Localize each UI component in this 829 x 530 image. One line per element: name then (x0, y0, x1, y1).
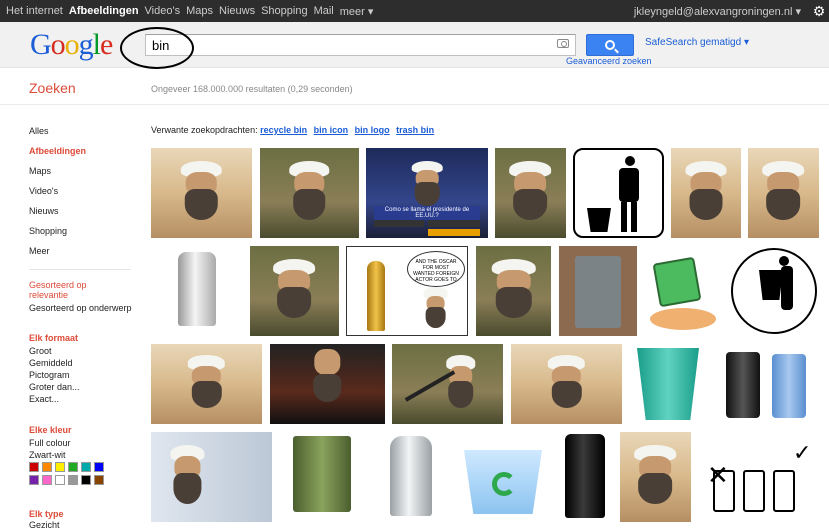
image-result[interactable]: ✕ ✓ (699, 432, 820, 522)
image-result[interactable] (671, 148, 741, 238)
image-result[interactable] (392, 344, 503, 424)
topnav-maps[interactable]: Maps (186, 5, 213, 17)
topnav-news[interactable]: Nieuws (219, 5, 255, 17)
sidebar-item-videos[interactable]: Video's (29, 186, 58, 196)
page-title: Zoeken (29, 80, 76, 96)
related-searches: Verwante zoekopdrachten: recycle bin bin… (151, 125, 438, 135)
format-large[interactable]: Groot (29, 346, 52, 356)
search-box[interactable] (145, 34, 576, 56)
top-nav: Het internet Afbeeldingen Video's Maps N… (6, 0, 379, 22)
color-swatch[interactable] (81, 475, 91, 485)
sidebar-divider (29, 269, 131, 270)
type-face[interactable]: Gezicht (29, 520, 60, 530)
google-logo[interactable]: Google (30, 28, 113, 62)
image-result[interactable] (151, 148, 252, 238)
color-swatch[interactable] (94, 475, 104, 485)
related-link-recycle-bin[interactable]: recycle bin (260, 125, 307, 135)
search-button[interactable] (586, 34, 634, 56)
image-result[interactable] (620, 432, 691, 522)
account-link[interactable]: jkleyngeld@alexvangroningen.nl ▾ (634, 5, 801, 18)
search-icon (605, 40, 615, 50)
image-result[interactable] (151, 432, 272, 522)
color-swatch[interactable] (29, 475, 39, 485)
color-full[interactable]: Full colour (29, 438, 71, 448)
color-bw[interactable]: Zwart-wit (29, 450, 66, 460)
image-result[interactable] (559, 246, 637, 336)
safesearch-dropdown[interactable]: SafeSearch gematigd ▾ (645, 37, 749, 48)
related-link-trash-bin[interactable]: trash bin (396, 125, 434, 135)
topnav-videos[interactable]: Video's (145, 5, 181, 17)
topnav-shopping[interactable]: Shopping (261, 5, 308, 17)
results-count: Ongeveer 168.000.000 resultaten (0,29 se… (151, 84, 353, 94)
format-icon[interactable]: Pictogram (29, 370, 70, 380)
top-bar: Het internet Afbeeldingen Video's Maps N… (0, 0, 829, 22)
oscar-caption: AND THE OSCAR FOR MOST WANTED FOREIGN AC… (413, 259, 459, 283)
search-header: Google SafeSearch gematigd ▾ Geavanceerd… (0, 22, 829, 68)
quiz-caption: Como se llama el presidente de EE.UU.? (374, 206, 480, 220)
advanced-search-link[interactable]: Geavanceerd zoeken (566, 56, 652, 66)
sidebar-item-more[interactable]: Meer (29, 246, 50, 256)
top-right: jkleyngeld@alexvangroningen.nl ▾ ⚙ (634, 0, 829, 22)
image-result[interactable]: Como se llama el presidente de EE.UU.? (366, 148, 488, 238)
sidebar-item-all[interactable]: Alles (29, 126, 49, 136)
image-result[interactable] (260, 148, 359, 238)
color-swatch[interactable] (42, 462, 52, 472)
color-swatch[interactable] (55, 462, 65, 472)
gear-icon[interactable]: ⚙ (809, 0, 829, 22)
image-result[interactable] (151, 344, 262, 424)
color-swatch[interactable] (42, 475, 52, 485)
topnav-internet[interactable]: Het internet (6, 5, 63, 17)
format-larger-than[interactable]: Groter dan... (29, 382, 80, 392)
color-heading[interactable]: Elke kleur (29, 425, 72, 435)
sidebar-item-news[interactable]: Nieuws (29, 206, 59, 216)
topnav-images[interactable]: Afbeeldingen (69, 5, 139, 17)
divider (0, 104, 829, 105)
image-result[interactable] (370, 432, 451, 522)
color-swatch[interactable] (68, 475, 78, 485)
format-medium[interactable]: Gemiddeld (29, 358, 73, 368)
image-result[interactable] (250, 246, 339, 336)
image-result[interactable]: AND THE OSCAR FOR MOST WANTED FOREIGN AC… (346, 246, 468, 336)
related-prefix: Verwante zoekopdrachten: (151, 125, 258, 135)
sidebar-item-maps[interactable]: Maps (29, 166, 51, 176)
format-exact[interactable]: Exact... (29, 394, 59, 404)
sort-relevance[interactable]: Gesorteerd op relevantie (29, 280, 109, 300)
color-swatch[interactable] (29, 462, 39, 472)
image-result[interactable] (495, 148, 566, 238)
image-result[interactable] (476, 246, 551, 336)
image-result[interactable] (729, 246, 820, 336)
image-result[interactable] (281, 432, 362, 522)
image-result[interactable] (629, 344, 709, 424)
image-result[interactable] (458, 432, 549, 522)
image-result[interactable] (270, 344, 385, 424)
image-result[interactable] (573, 148, 664, 238)
related-link-bin-logo[interactable]: bin logo (355, 125, 390, 135)
image-result[interactable] (644, 246, 722, 336)
sidebar-item-shopping[interactable]: Shopping (29, 226, 67, 236)
related-link-bin-icon[interactable]: bin icon (314, 125, 349, 135)
image-result[interactable] (151, 246, 242, 336)
sidebar-item-images[interactable]: Afbeeldingen (29, 146, 86, 156)
search-input[interactable] (146, 35, 546, 55)
color-swatch[interactable] (94, 462, 104, 472)
image-result[interactable] (748, 148, 819, 238)
image-result[interactable] (511, 344, 622, 424)
color-swatch[interactable] (81, 462, 91, 472)
sort-subject[interactable]: Gesorteerd op onderwerp (29, 303, 132, 313)
camera-icon[interactable] (557, 39, 569, 48)
type-heading[interactable]: Elk type (29, 509, 64, 519)
topnav-mail[interactable]: Mail (314, 5, 334, 17)
topnav-more[interactable]: meer ▾ (340, 5, 374, 18)
image-result[interactable] (556, 432, 614, 522)
format-heading[interactable]: Elk formaat (29, 333, 78, 343)
image-result[interactable] (716, 344, 817, 424)
color-swatch[interactable] (68, 462, 78, 472)
color-swatch[interactable] (55, 475, 65, 485)
